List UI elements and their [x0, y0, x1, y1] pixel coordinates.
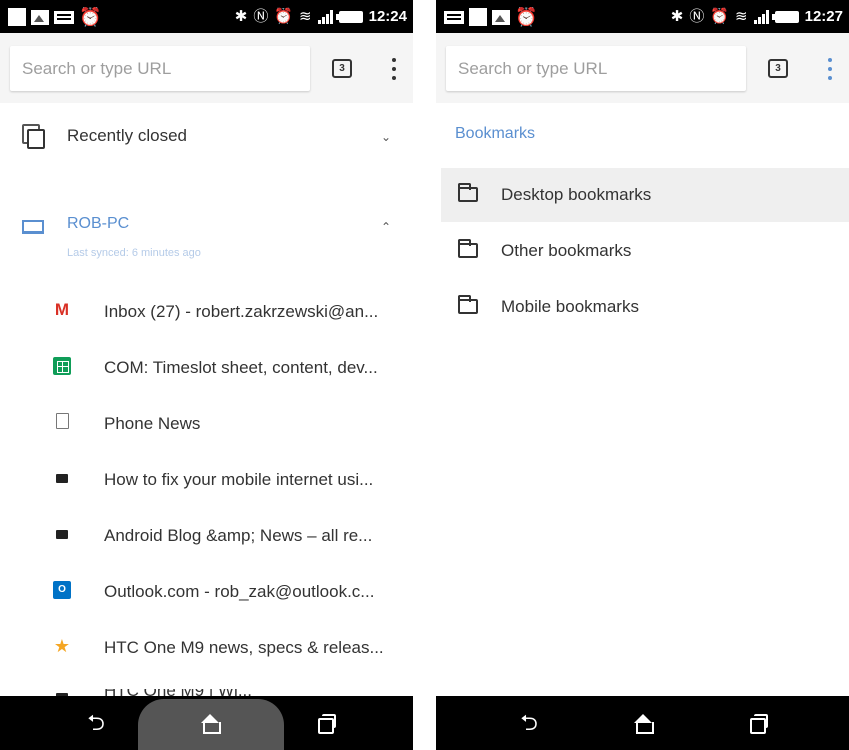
alarm-icon: ⏰: [274, 8, 294, 25]
folder-label: Other bookmarks: [501, 241, 632, 260]
tab-title: Android Blog &amp; News – all re...: [104, 526, 373, 545]
bluetooth-icon: ✱: [234, 8, 248, 25]
menu-dot-icon: [392, 67, 396, 71]
back-button[interactable]: ⮌: [79, 706, 113, 740]
menu-button[interactable]: [384, 58, 404, 80]
keyboard-icon: [54, 10, 74, 24]
document-icon: [56, 413, 69, 429]
list-item[interactable]: Android Blog &amp; News – all re...: [0, 509, 413, 565]
star-icon: ★: [53, 636, 71, 656]
back-arrow-icon: ⮌: [520, 710, 538, 735]
browser-toolbar: Search or type URL 3: [0, 33, 413, 103]
site-favicon-icon: [56, 474, 68, 483]
omnibox-placeholder: Search or type URL: [458, 59, 608, 78]
tab-title: HTC One M9 news, specs & releas...: [104, 638, 384, 657]
omnibox-placeholder: Search or type URL: [22, 59, 172, 78]
list-item[interactable]: COM: Timeslot sheet, content, dev...: [0, 341, 413, 397]
list-item[interactable]: M Inbox (27) - robert.zakrzewski@an...: [0, 285, 413, 341]
tab-switcher-button[interactable]: 3: [332, 59, 352, 78]
home-button[interactable]: [626, 706, 660, 740]
tab-title: Phone News: [104, 414, 201, 433]
clock: 12:27: [804, 8, 843, 25]
keyboard-icon: [444, 10, 464, 24]
android-nav-bar: ⮌: [0, 696, 413, 750]
folder-label: Desktop bookmarks: [501, 185, 652, 204]
bluetooth-icon: ✱: [670, 8, 684, 25]
list-item[interactable]: ★ HTC One M9 news, specs & releas...: [0, 621, 413, 677]
folder-icon: [458, 295, 478, 314]
clock: 12:24: [368, 8, 407, 25]
notification-icons: ⏰: [444, 7, 537, 27]
device-name: ROB-PC: [67, 215, 130, 232]
tab-title: How to fix your mobile internet usi...: [104, 470, 374, 489]
outlook-icon: O: [53, 581, 71, 599]
tab-title: Outlook.com - rob_zak@outlook.c...: [104, 582, 375, 601]
battery-icon: [771, 11, 799, 23]
android-nav-bar: ⮌: [436, 696, 849, 750]
menu-dot-icon: [828, 67, 832, 71]
recent-apps-button[interactable]: [308, 706, 342, 740]
tab-title: Inbox (27) - robert.zakrzewski@an...: [104, 302, 379, 321]
notification-square-icon: [8, 8, 26, 26]
menu-button[interactable]: [820, 58, 840, 80]
browser-toolbar: Search or type URL 3: [436, 33, 849, 103]
device-section-rob-pc[interactable]: ROB-PC Last synced: 6 minutes ago ⌃: [0, 203, 413, 271]
menu-dot-icon: [828, 76, 832, 80]
laptop-icon: [22, 220, 44, 234]
bookmarks-breadcrumb[interactable]: Bookmarks: [455, 125, 535, 143]
system-icons: ✱ Ⓝ ⏰ ≋ 12:27: [671, 6, 843, 28]
signal-icon: [753, 10, 769, 24]
recent-apps-button[interactable]: [740, 706, 774, 740]
recently-closed-label: Recently closed: [67, 126, 188, 145]
wifi-icon: ≋: [299, 8, 312, 25]
menu-dot-icon: [392, 58, 396, 62]
gallery-icon: [492, 9, 510, 25]
omnibox[interactable]: Search or type URL: [446, 46, 746, 91]
notification-icons: ⏰: [8, 7, 101, 27]
list-item[interactable]: How to fix your mobile internet usi...: [0, 453, 413, 509]
list-item[interactable]: Phone News: [0, 397, 413, 453]
status-bar: ⏰ ✱ Ⓝ ⏰ ≋ 12:27: [436, 0, 849, 33]
chevron-down-icon: ⌄: [381, 130, 392, 144]
gmail-icon: M: [54, 300, 70, 319]
chevron-up-icon: ⌃: [381, 220, 392, 234]
right-screen: ⏰ ✱ Ⓝ ⏰ ≋ 12:27 Search or type URL 3 Boo…: [436, 0, 849, 750]
status-bar: ⏰ ✱ Ⓝ ⏰ ≋ 12:24: [0, 0, 413, 33]
system-icons: ✱ Ⓝ ⏰ ≋ 12:24: [235, 6, 407, 28]
back-arrow-icon: ⮌: [87, 710, 105, 735]
last-synced-text: Last synced: 6 minutes ago: [67, 247, 201, 259]
list-item[interactable]: O Outlook.com - rob_zak@outlook.c...: [0, 565, 413, 621]
left-screen: ⏰ ✱ Ⓝ ⏰ ≋ 12:24 Search or type URL 3 Rec…: [0, 0, 413, 750]
tab-title: COM: Timeslot sheet, content, dev...: [104, 358, 378, 377]
recent-tabs-page: Recently closed ⌄ ROB-PC Last synced: 6 …: [0, 103, 413, 699]
bookmarks-page: Bookmarks Desktop bookmarks Other bookma…: [436, 103, 849, 696]
bookmark-folder-other[interactable]: Other bookmarks: [441, 224, 849, 278]
site-favicon-icon: [56, 530, 68, 539]
gallery-icon: [31, 9, 49, 25]
alarm-clock-icon: ⏰: [515, 7, 538, 27]
bookmark-folder-desktop[interactable]: Desktop bookmarks: [441, 168, 849, 222]
recently-closed-section[interactable]: Recently closed ⌄: [0, 106, 413, 162]
omnibox[interactable]: Search or type URL: [10, 46, 310, 91]
folder-label: Mobile bookmarks: [501, 297, 639, 316]
bookmark-folder-mobile[interactable]: Mobile bookmarks: [441, 280, 849, 334]
battery-icon: [335, 11, 363, 23]
nfc-icon: Ⓝ: [253, 8, 269, 25]
wifi-icon: ≋: [735, 8, 748, 25]
tab-switcher-button[interactable]: 3: [768, 59, 788, 78]
menu-dot-icon: [828, 58, 832, 62]
recent-tabs-icon: [22, 124, 45, 149]
folder-icon: [458, 239, 478, 258]
nfc-icon: Ⓝ: [689, 8, 705, 25]
signal-icon: [317, 10, 333, 24]
notification-square-icon: [469, 8, 487, 26]
alarm-icon: ⏰: [710, 8, 730, 25]
home-button[interactable]: [193, 706, 227, 740]
menu-dot-icon: [392, 76, 396, 80]
alarm-clock-icon: ⏰: [79, 7, 102, 27]
sheets-icon: [53, 357, 71, 375]
folder-icon: [458, 183, 478, 202]
back-button[interactable]: ⮌: [512, 706, 546, 740]
